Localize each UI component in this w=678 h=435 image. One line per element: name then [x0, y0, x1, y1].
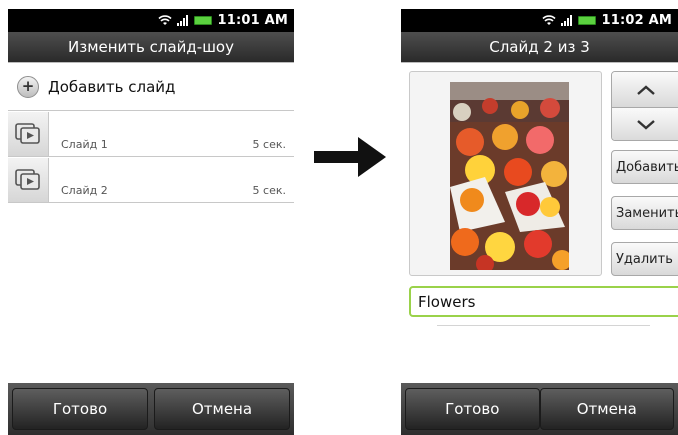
- caption-input[interactable]: Flowers: [409, 286, 678, 317]
- chevron-up-icon: [637, 84, 655, 95]
- signal-icon: [561, 15, 573, 26]
- page-title: Слайд 2 из 3: [401, 32, 678, 62]
- slide-duration: 5 сек.: [252, 184, 286, 197]
- wifi-icon: [158, 15, 173, 26]
- arrow-right-icon: [314, 137, 386, 177]
- status-bar: 11:01 AM: [8, 9, 294, 32]
- slide-photo-frame[interactable]: [409, 71, 602, 276]
- status-bar: 11:02 AM: [401, 9, 678, 32]
- wifi-icon: [542, 15, 557, 26]
- signal-icon: [177, 15, 189, 26]
- status-time: 11:02 AM: [601, 13, 672, 28]
- list-item[interactable]: Слайд 1 5 сек.: [8, 112, 294, 157]
- done-button[interactable]: Готово: [405, 388, 540, 430]
- status-time: 11:01 AM: [217, 13, 288, 28]
- slide-name: Слайд 1: [61, 138, 108, 151]
- page-title: Изменить слайд-шоу: [8, 32, 294, 62]
- battery-icon: [578, 16, 597, 25]
- slide-editor: Добавить Заменить Удалить Flowers: [401, 62, 678, 383]
- add-button[interactable]: Добавить: [611, 150, 678, 184]
- plus-icon: +: [17, 75, 39, 98]
- bottom-action-bar: Готово Отмена: [401, 383, 678, 435]
- battery-icon: [194, 16, 213, 25]
- slide-photo: [450, 82, 569, 270]
- done-button[interactable]: Готово: [12, 388, 148, 430]
- add-slide-button[interactable]: + Добавить слайд: [8, 63, 294, 111]
- chevron-down-icon: [637, 120, 655, 130]
- move-down-button[interactable]: [612, 107, 678, 140]
- delete-button[interactable]: Удалить: [611, 242, 678, 276]
- replace-button[interactable]: Заменить: [611, 196, 678, 230]
- slide-list: + Добавить слайд Слайд 1 5 сек. Слайд 2 …: [8, 62, 294, 383]
- reorder-control: [611, 71, 678, 141]
- divider: [437, 325, 650, 326]
- slideshow-icon: [8, 158, 49, 202]
- add-slide-label: Добавить слайд: [48, 77, 176, 96]
- slide-duration: 5 сек.: [252, 138, 286, 151]
- cancel-button[interactable]: Отмена: [154, 388, 290, 430]
- right-screen: 11:02 AM Слайд 2 из 3 Добавить Заменить …: [401, 9, 678, 435]
- cancel-button[interactable]: Отмена: [539, 388, 674, 430]
- move-up-button[interactable]: [612, 72, 678, 107]
- slide-name: Слайд 2: [61, 184, 108, 197]
- left-screen: 11:01 AM Изменить слайд-шоу + Добавить с…: [8, 9, 294, 435]
- bottom-action-bar: Готово Отмена: [8, 383, 294, 435]
- slideshow-icon: [8, 112, 49, 156]
- list-item[interactable]: Слайд 2 5 сек.: [8, 158, 294, 203]
